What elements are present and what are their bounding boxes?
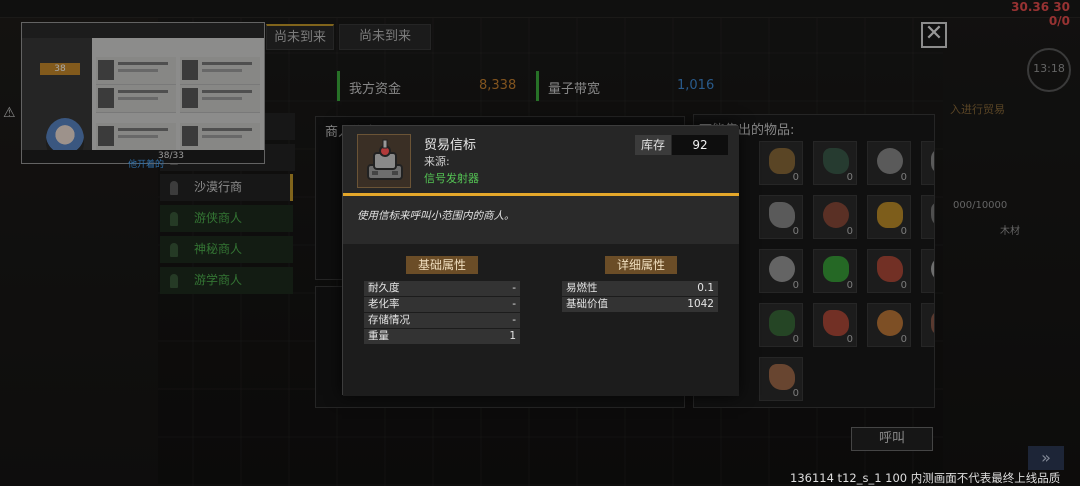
- property-row-storage: 存储情况 -: [364, 313, 520, 328]
- item-source-value: 信号发射器: [424, 172, 479, 185]
- detailed-properties-title: 详细属性: [605, 256, 677, 274]
- stock-value: 92: [672, 135, 728, 155]
- property-key: 重量: [368, 330, 389, 342]
- property-key: 耐久度: [368, 282, 400, 294]
- property-key: 易燃性: [566, 282, 598, 294]
- property-row-base-value: 基础价值 1042: [562, 297, 718, 312]
- item-description: 使用信标来呼叫小范围内的商人。: [357, 210, 515, 222]
- property-value: -: [512, 298, 516, 310]
- property-key: 存储情况: [368, 314, 410, 326]
- item-name: 贸易信标: [424, 138, 477, 153]
- trade-beacon-icon: [367, 139, 403, 180]
- item-source-label: 来源:: [424, 155, 450, 168]
- property-row-weight: 重量 1: [364, 329, 520, 344]
- version-watermark: 136114 t12_s_1 100 内测画面不代表最终上线品质: [790, 471, 1061, 485]
- property-value: -: [512, 314, 516, 326]
- property-value: 1042: [687, 298, 714, 310]
- item-icon-frame: [357, 134, 411, 188]
- property-value: 0.1: [697, 282, 714, 294]
- stock-label: 库存: [635, 135, 671, 155]
- item-detail-popup: 贸易信标 来源: 信号发射器 库存 92 使用信标来呼叫小范围内的商人。 基础属…: [342, 125, 739, 396]
- property-row-flammability: 易燃性 0.1: [562, 281, 718, 296]
- property-row-durability: 耐久度 -: [364, 281, 520, 296]
- property-value: 1: [509, 330, 516, 342]
- property-key: 基础价值: [566, 298, 608, 310]
- basic-properties-title: 基础属性: [406, 256, 478, 274]
- item-description-area: 使用信标来呼叫小范围内的商人。: [343, 196, 739, 244]
- property-key: 老化率: [368, 298, 400, 310]
- property-value: -: [512, 282, 516, 294]
- item-properties-area: 基础属性 详细属性 耐久度 - 老化率 - 存储情况 - 重量 1 易燃性 0.1 基础价…: [343, 244, 739, 396]
- item-popup-header: 贸易信标 来源: 信号发射器 库存 92: [343, 126, 739, 193]
- property-row-aging: 老化率 -: [364, 297, 520, 312]
